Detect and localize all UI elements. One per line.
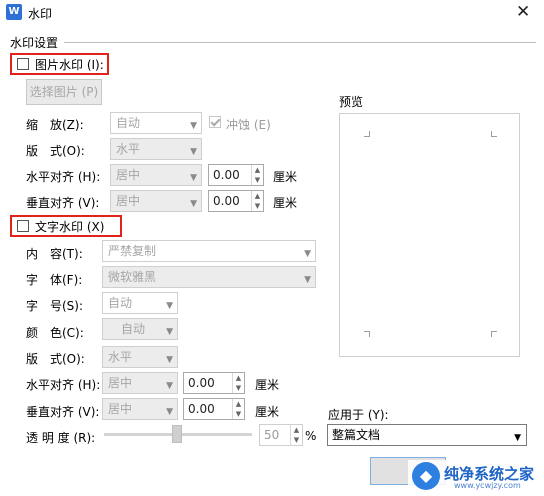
preview-corner-mark: [364, 331, 370, 337]
transparency-unit: %: [305, 429, 317, 443]
size-label: 字 号(S):: [26, 299, 84, 313]
transparency-slider-thumb[interactable]: [172, 425, 182, 443]
preview-corner-mark: [364, 131, 370, 137]
text-valign-offset[interactable]: 0.00 ▲ ▼: [183, 398, 245, 420]
apply-to-label: 应用于 (Y):: [328, 408, 389, 422]
chevron-down-icon: ▼: [304, 249, 311, 259]
transparency-label: 透 明 度 (R):: [26, 431, 96, 445]
chevron-down-icon: ▼: [166, 327, 173, 337]
text-valign-unit: 厘米: [255, 405, 280, 419]
site-url: www.ycwjzy.com: [454, 481, 521, 490]
picture-halign-unit: 厘米: [273, 170, 298, 184]
preview-pane: [339, 113, 520, 357]
text-halign-unit: 厘米: [255, 378, 280, 392]
picture-layout-combo[interactable]: 水平 ▼: [110, 138, 202, 160]
text-layout-label: 版 式(O):: [26, 352, 85, 366]
picture-watermark-checkbox[interactable]: [17, 58, 29, 70]
picture-valign-unit: 厘米: [273, 196, 298, 210]
chevron-down-icon: ▼: [166, 301, 173, 311]
spin-down-icon[interactable]: ▼: [232, 409, 244, 419]
chevron-down-icon: ▼: [190, 121, 197, 131]
spin-up-icon[interactable]: ▲: [232, 373, 244, 383]
picture-valign-label: 垂直对齐 (V):: [26, 196, 100, 210]
preview-corner-mark: [491, 131, 497, 137]
font-label: 字 体(F):: [26, 273, 83, 287]
spin-down-icon[interactable]: ▼: [251, 175, 263, 185]
picture-layout-label: 版 式(O):: [26, 144, 85, 158]
scale-combo[interactable]: 自动 ▼: [110, 112, 202, 134]
chevron-down-icon: ▼: [190, 147, 197, 157]
picture-halign-label: 水平对齐 (H):: [26, 170, 101, 184]
wps-app-icon: W: [6, 4, 22, 20]
chevron-down-icon: ▼: [166, 381, 173, 391]
preview-corner-mark: [491, 331, 497, 337]
close-icon[interactable]: ✕: [516, 2, 530, 22]
text-watermark-checkbox[interactable]: [17, 220, 29, 232]
text-layout-combo[interactable]: 水平 ▼: [102, 346, 178, 368]
select-picture-button[interactable]: 选择图片 (P): [26, 79, 102, 105]
washout-label: 冲蚀 (E): [226, 118, 271, 132]
chevron-down-icon: ▼: [514, 433, 521, 443]
window-title: 水印: [28, 7, 53, 21]
transparency-spin[interactable]: 50 ▲ ▼: [259, 424, 303, 446]
picture-valign-offset[interactable]: 0.00 ▲ ▼: [208, 190, 264, 212]
text-valign-combo[interactable]: 居中 ▼: [102, 398, 178, 420]
spin-up-icon[interactable]: ▲: [290, 425, 302, 435]
spin-down-icon[interactable]: ▼: [232, 383, 244, 393]
chevron-down-icon: ▼: [166, 355, 173, 365]
spin-down-icon[interactable]: ▼: [251, 201, 263, 211]
chevron-down-icon: ▼: [190, 173, 197, 183]
chevron-down-icon: ▼: [166, 407, 173, 417]
apply-to-select[interactable]: 整篇文档 ▼: [327, 424, 527, 446]
color-combo[interactable]: 自动 ▼: [102, 318, 178, 340]
picture-halign-combo[interactable]: 居中 ▼: [110, 164, 202, 186]
content-combo[interactable]: 严禁复制 ▼: [102, 240, 316, 262]
preview-label: 预览: [339, 95, 364, 109]
picture-valign-combo[interactable]: 居中 ▼: [110, 190, 202, 212]
scale-label: 缩 放(Z):: [26, 118, 84, 132]
picture-watermark-label: 图片水印 (I):: [35, 58, 104, 72]
text-halign-combo[interactable]: 居中 ▼: [102, 372, 178, 394]
color-label: 颜 色(C):: [26, 326, 84, 340]
title-bar: [0, 0, 544, 26]
spin-up-icon[interactable]: ▲: [251, 191, 263, 201]
site-logo-icon: ◆: [412, 462, 440, 490]
content-label: 内 容(T):: [26, 247, 83, 261]
text-valign-label: 垂直对齐 (V):: [26, 405, 100, 419]
spin-down-icon[interactable]: ▼: [290, 435, 302, 445]
text-halign-label: 水平对齐 (H):: [26, 378, 101, 392]
washout-checkbox[interactable]: [209, 116, 221, 128]
chevron-down-icon: ▼: [304, 275, 311, 285]
font-combo[interactable]: 微软雅黑 ▼: [102, 266, 316, 288]
chevron-down-icon: ▼: [190, 199, 197, 209]
group-title: 水印设置: [10, 36, 59, 50]
group-divider: [64, 42, 536, 43]
spin-up-icon[interactable]: ▲: [232, 399, 244, 409]
size-combo[interactable]: 自动 ▼: [102, 292, 178, 314]
text-halign-offset[interactable]: 0.00 ▲ ▼: [183, 372, 245, 394]
text-watermark-label: 文字水印 (X): [35, 220, 105, 234]
picture-halign-offset[interactable]: 0.00 ▲ ▼: [208, 164, 264, 186]
spin-up-icon[interactable]: ▲: [251, 165, 263, 175]
